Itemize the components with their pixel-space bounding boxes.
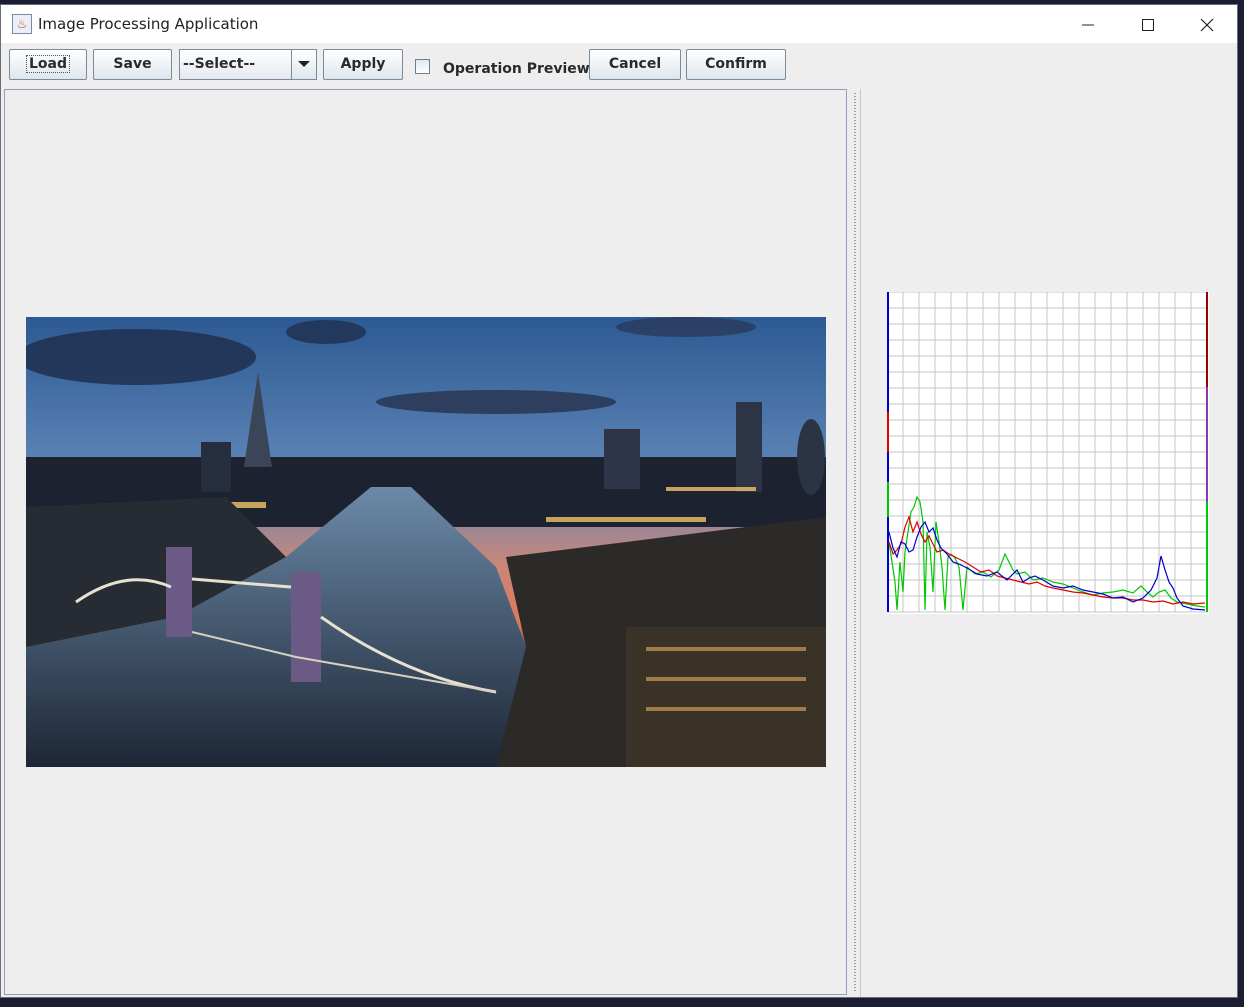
confirm-button-label: Confirm (705, 56, 767, 72)
apply-button[interactable]: Apply (323, 49, 403, 80)
operation-select[interactable]: --Select-- (179, 49, 317, 80)
dropdown-arrow-button[interactable] (291, 50, 316, 79)
window-title: Image Processing Application (38, 15, 259, 33)
apply-button-label: Apply (340, 56, 386, 72)
app-window: ♨ Image Processing Application Load Save (0, 4, 1238, 998)
maximize-button[interactable] (1118, 5, 1176, 43)
close-button[interactable] (1177, 5, 1235, 43)
loaded-image (26, 317, 826, 767)
image-panel (4, 89, 847, 995)
preview-label: Operation Preview: (443, 61, 596, 77)
split-pane-divider[interactable] (850, 89, 860, 997)
histogram-chart (887, 292, 1209, 614)
load-button[interactable]: Load (9, 49, 87, 80)
java-app-icon: ♨ (12, 14, 32, 34)
divider-grip (854, 93, 856, 991)
title-bar: ♨ Image Processing Application (1, 5, 1237, 43)
confirm-button[interactable]: Confirm (686, 49, 786, 80)
maximize-icon (1142, 19, 1154, 31)
toolbar: Load Save --Select-- Apply Operation Pre… (1, 43, 1237, 89)
chevron-down-icon (298, 61, 310, 67)
close-icon (1200, 18, 1214, 32)
preview-checkbox[interactable] (415, 59, 430, 74)
minimize-button[interactable] (1058, 5, 1116, 43)
minimize-icon (1082, 24, 1094, 26)
save-button[interactable]: Save (93, 49, 172, 80)
operation-select-value: --Select-- (183, 56, 256, 72)
photo-icon (26, 317, 826, 767)
cancel-button[interactable]: Cancel (589, 49, 681, 80)
histogram-panel (860, 89, 1236, 997)
cancel-button-label: Cancel (608, 56, 662, 72)
load-button-label: Load (25, 55, 70, 73)
save-button-label: Save (113, 56, 152, 72)
